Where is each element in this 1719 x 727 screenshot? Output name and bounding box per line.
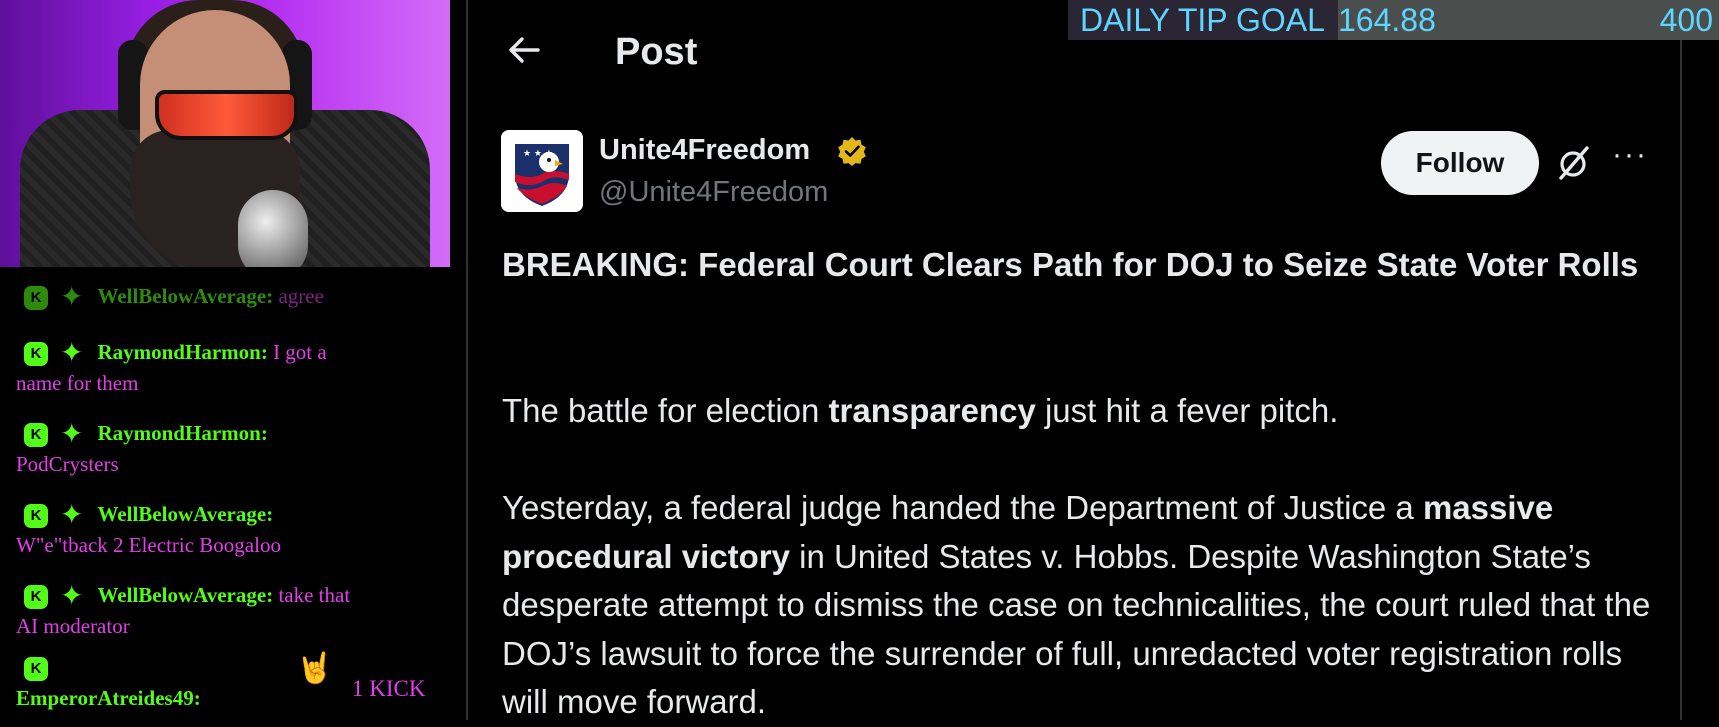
sparkle-icon: ✦ (60, 500, 84, 532)
sunglasses (155, 90, 298, 140)
chat-username[interactable]: EmperorAtreides49: (16, 686, 201, 710)
back-arrow-icon (509, 37, 540, 63)
page-title: Post (615, 31, 698, 73)
paragraph-text: Yesterday, a federal judge handed the De… (502, 489, 1423, 526)
tip-goal-target: 400 (1659, 2, 1713, 38)
chat-message-continued: PodCrysters (16, 449, 446, 479)
tip-goal-label: DAILY TIP GOAL (1080, 2, 1325, 38)
column-divider (1680, 0, 1682, 720)
chat-text: name for them (16, 371, 139, 395)
chat-text: PodCrysters (16, 452, 119, 476)
chat-message-continued: AI moderator (16, 611, 446, 641)
chat-username[interactable]: WellBelowAverage: (97, 502, 273, 526)
column-divider (466, 0, 468, 720)
paragraph-text: The battle for election (502, 392, 829, 429)
post-headline: BREAKING: Federal Court Clears Path for … (502, 246, 1639, 283)
chat-message-continued: W"e"tback 2 Electric Boogaloo (16, 530, 446, 560)
kick-badge-icon: K (24, 504, 48, 529)
kick-badge-icon: K (24, 342, 48, 367)
chat-message: K ✦ WellBelowAverage: (16, 499, 446, 530)
chat-message-continued: name for them (16, 368, 446, 398)
chat-message: K ✦ WellBelowAverage: agree (16, 281, 446, 312)
svg-text:★ ★ ★: ★ ★ ★ (523, 149, 553, 159)
tip-goal-current: 164.88 (1338, 2, 1436, 38)
chat-text: I got a (273, 340, 327, 364)
kick-badge-icon: K (24, 585, 48, 610)
author-handle[interactable]: @Unite4Freedom (599, 174, 828, 210)
chat-username[interactable]: RaymondHarmon: (97, 340, 267, 364)
chat-message: K ✦ RaymondHarmon: (16, 418, 446, 449)
sparkle-icon: ✦ (60, 581, 84, 613)
chat-text: take that (278, 583, 351, 607)
streamer-webcam (0, 0, 450, 267)
chat-username[interactable]: RaymondHarmon: (97, 421, 267, 445)
paragraph-bold-text: transparency (828, 392, 1036, 429)
avatar[interactable]: ★ ★ ★ (501, 130, 583, 212)
sparkle-icon: ✦ (60, 282, 84, 314)
chat-username[interactable]: WellBelowAverage: (97, 583, 273, 607)
back-button[interactable] (504, 30, 544, 70)
chat-message: K ✦ RaymondHarmon: I got a (16, 337, 446, 368)
chat-text: agree (278, 284, 324, 308)
kick-badge-icon: K (24, 657, 48, 682)
sparkle-icon: ✦ (60, 419, 84, 451)
kick-badge-icon: K (24, 286, 48, 311)
chat-username[interactable]: WellBelowAverage: (97, 284, 273, 308)
grok-icon[interactable] (1556, 145, 1592, 181)
kick-event-text: 1 KICK (352, 676, 426, 701)
paragraph-text: just hit a fever pitch. (1035, 392, 1339, 429)
post-paragraph-1: The battle for election transparency jus… (502, 387, 1657, 436)
verified-badge-icon (837, 136, 867, 166)
chat-text: AI moderator (16, 614, 130, 638)
chat-text: W"e"tback 2 Electric Boogaloo (16, 533, 281, 557)
sparkle-icon: ✦ (60, 338, 84, 370)
kick-badge-icon: K (24, 423, 48, 448)
post-paragraph-2: Yesterday, a federal judge handed the De… (502, 484, 1657, 727)
more-icon[interactable]: ··· (1612, 140, 1648, 170)
rock-hand-icon: 🤘 (296, 652, 334, 685)
follow-button[interactable]: Follow (1381, 131, 1539, 195)
eagle-logo-icon: ★ ★ ★ (501, 130, 583, 212)
chat-message: K ✦ WellBelowAverage: take that (16, 580, 446, 611)
author-name[interactable]: Unite4Freedom (599, 132, 810, 168)
daily-tip-goal-bar: DAILY TIP GOAL 164.88 400 (1068, 0, 1719, 40)
microphone (238, 190, 308, 267)
